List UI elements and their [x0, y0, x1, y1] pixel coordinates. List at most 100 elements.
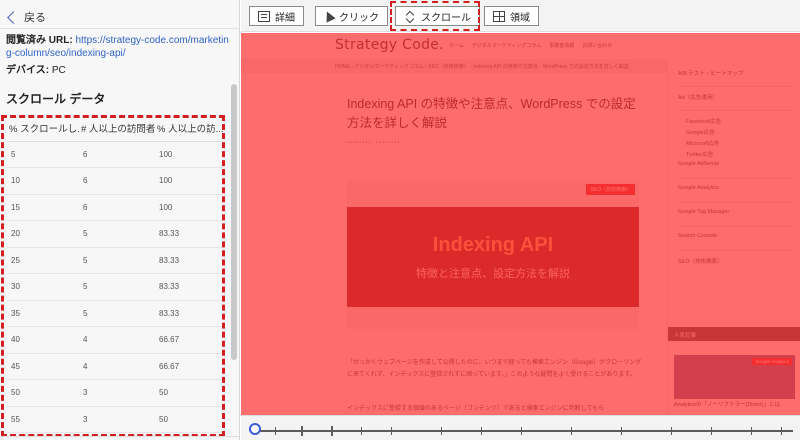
- eyecatch-band: Indexing API 特徴と注意点、設定方法を解説: [347, 207, 639, 307]
- timeline-tick: [781, 427, 782, 435]
- divider: [678, 86, 794, 87]
- scroll-percent-cell: 55: [7, 406, 79, 433]
- app-root: 戻る 閲覧済み URL: https://strategy-code.com/m…: [0, 0, 800, 440]
- panel-scrollbar[interactable]: [231, 84, 237, 360]
- table-row[interactable]: 50 3 50: [7, 379, 223, 407]
- table-row[interactable]: 10 6 100: [7, 167, 223, 195]
- visitor-count-cell: 6: [79, 167, 155, 195]
- article-paragraph: 「せっかくウェブページを作成して公開したのに、いつまで経っても検索エンジン（Go…: [347, 360, 642, 378]
- category-badge: SEO（技術検索）: [586, 184, 635, 195]
- visited-url-label: 閲覧済み URL:: [6, 35, 73, 46]
- popular-thumbnail: Google Analytics: [674, 355, 795, 399]
- table-row[interactable]: 35 5 83.33: [7, 300, 223, 327]
- column-header-scroll-percent[interactable]: % スクロールし...: [7, 115, 79, 142]
- scroll-percent-cell: 50: [7, 379, 79, 407]
- scroll-percent-cell: 10: [7, 167, 79, 195]
- detail-label: 詳細: [275, 12, 295, 24]
- scroll-data-table-wrapper: % スクロールし... # 人以上の訪問者 % 人以上の訪... 5 6 100 10…: [7, 115, 223, 435]
- detail-button[interactable]: 詳細: [249, 6, 304, 26]
- visitor-percent-cell: 66.67: [155, 326, 223, 354]
- preview-header: Strategy Code. ホーム デジタルマーケティングコラム 事業者情報 …: [241, 33, 800, 59]
- timeline-tick: [671, 427, 672, 435]
- divider: [678, 202, 794, 203]
- table-row[interactable]: 45 4 66.67: [7, 353, 223, 380]
- eyecatch-image: SEO（技術検索） Indexing API 特徴と注意点、設定方法を解説: [347, 181, 639, 329]
- timeline-tick: [751, 427, 752, 435]
- back-label: 戻る: [24, 12, 46, 24]
- timeline-tick: [711, 427, 712, 435]
- detail-icon: [258, 10, 270, 22]
- cursor-icon: [322, 9, 336, 23]
- device-value: PC: [51, 65, 66, 76]
- visitor-count-cell: 4: [79, 353, 155, 380]
- scroll-percent-cell: 20: [7, 220, 79, 248]
- page-preview[interactable]: Strategy Code. ホーム デジタルマーケティングコラム 事業者情報 …: [241, 33, 800, 415]
- scroll-button[interactable]: スクロール: [395, 6, 480, 26]
- timeline-tick: [521, 427, 522, 435]
- eyecatch-subtitle: 特徴と注意点、設定方法を解説: [416, 267, 570, 280]
- click-button[interactable]: クリック: [315, 6, 388, 26]
- divider: [678, 110, 794, 111]
- nav-item: 事業者情報: [549, 43, 575, 49]
- column-header-visitor-percent[interactable]: % 人以上の訪...: [155, 115, 223, 142]
- sidebar-category-item: Facebook広告: [686, 119, 722, 125]
- nav-item: デジタルマーケティングコラム: [471, 43, 542, 49]
- column-header-visitors[interactable]: # 人以上の訪問者: [79, 115, 155, 142]
- scroll-percent-cell: 5: [7, 141, 79, 168]
- timeline-tick: [361, 427, 362, 435]
- back-button[interactable]: 戻る: [6, 8, 46, 26]
- visitor-count-cell: 5: [79, 300, 155, 327]
- sidebar-category-item: Microsoft広告: [686, 141, 720, 147]
- table-row[interactable]: 15 6 100: [7, 194, 223, 221]
- sidebar-category-item: Google AdSense: [678, 161, 720, 167]
- table-row[interactable]: 55 3 50: [7, 406, 223, 433]
- visitor-percent-cell: 83.33: [155, 247, 223, 274]
- visitor-count-cell: 5: [79, 273, 155, 301]
- article-title: Indexing API の特徴や注意点、WordPress での設定方法を詳し…: [347, 97, 636, 130]
- visitor-count-cell: 5: [79, 247, 155, 274]
- timeline-tick: [331, 426, 333, 436]
- global-nav: ホーム デジタルマーケティングコラム 事業者情報 お問い合わせ: [449, 42, 612, 49]
- area-label: 領域: [510, 12, 530, 24]
- visitor-percent-cell: 100: [155, 194, 223, 221]
- left-panel: 戻る 閲覧済み URL: https://strategy-code.com/m…: [0, 0, 240, 440]
- popular-header: 人気記事: [668, 327, 800, 341]
- divider: [678, 226, 794, 227]
- divider: [678, 250, 794, 251]
- sidebar-category-item: Search Console: [678, 233, 718, 239]
- timeline-scrubber-handle[interactable]: [249, 423, 261, 435]
- device-label: デバイス:: [6, 65, 50, 76]
- scroll-percent-cell: 30: [7, 273, 79, 301]
- timeline-track[interactable]: [257, 430, 793, 432]
- article-meta: • • • • • • • • • • • • • • • •: [347, 140, 400, 146]
- visitor-percent-cell: 83.33: [155, 273, 223, 301]
- timeline-bar: [241, 415, 800, 440]
- table-row[interactable]: 20 5 83.33: [7, 220, 223, 248]
- scroll-label: スクロール: [421, 12, 471, 24]
- table-row[interactable]: 30 5 83.33: [7, 273, 223, 301]
- table-row[interactable]: 5 6 100: [7, 141, 223, 168]
- scroll-percent-cell: 25: [7, 247, 79, 274]
- sidebar-category-item: Google Analytics: [678, 185, 719, 191]
- scroll-icon: [404, 11, 416, 22]
- scroll-percent-cell: 40: [7, 326, 79, 354]
- chevron-left-icon: [7, 10, 20, 24]
- visitor-count-cell: 3: [79, 406, 155, 433]
- nav-item: お問い合わせ: [582, 43, 613, 49]
- visitor-count-cell: 3: [79, 379, 155, 407]
- table-row[interactable]: 25 5 83.33: [7, 247, 223, 274]
- area-button[interactable]: 領域: [484, 6, 539, 26]
- scroll-percent-cell: 45: [7, 353, 79, 380]
- scroll-data-title: スクロール データ: [6, 92, 106, 106]
- scroll-percent-cell: 15: [7, 194, 79, 221]
- sidebar-category-item: Twitter広告: [686, 152, 714, 158]
- timeline-tick: [571, 427, 572, 435]
- table-header-row: % スクロールし... # 人以上の訪問者 % 人以上の訪...: [7, 115, 223, 142]
- table-row[interactable]: 40 4 66.67: [7, 326, 223, 354]
- preview-article: Indexing API の特徴や注意点、WordPress での設定方法を詳し…: [335, 85, 655, 415]
- visitor-percent-cell: 83.33: [155, 300, 223, 327]
- divider: [0, 28, 240, 29]
- nav-item: ホーム: [449, 43, 464, 49]
- visitor-count-cell: 6: [79, 141, 155, 168]
- sidebar-category-item: Google広告: [686, 130, 715, 136]
